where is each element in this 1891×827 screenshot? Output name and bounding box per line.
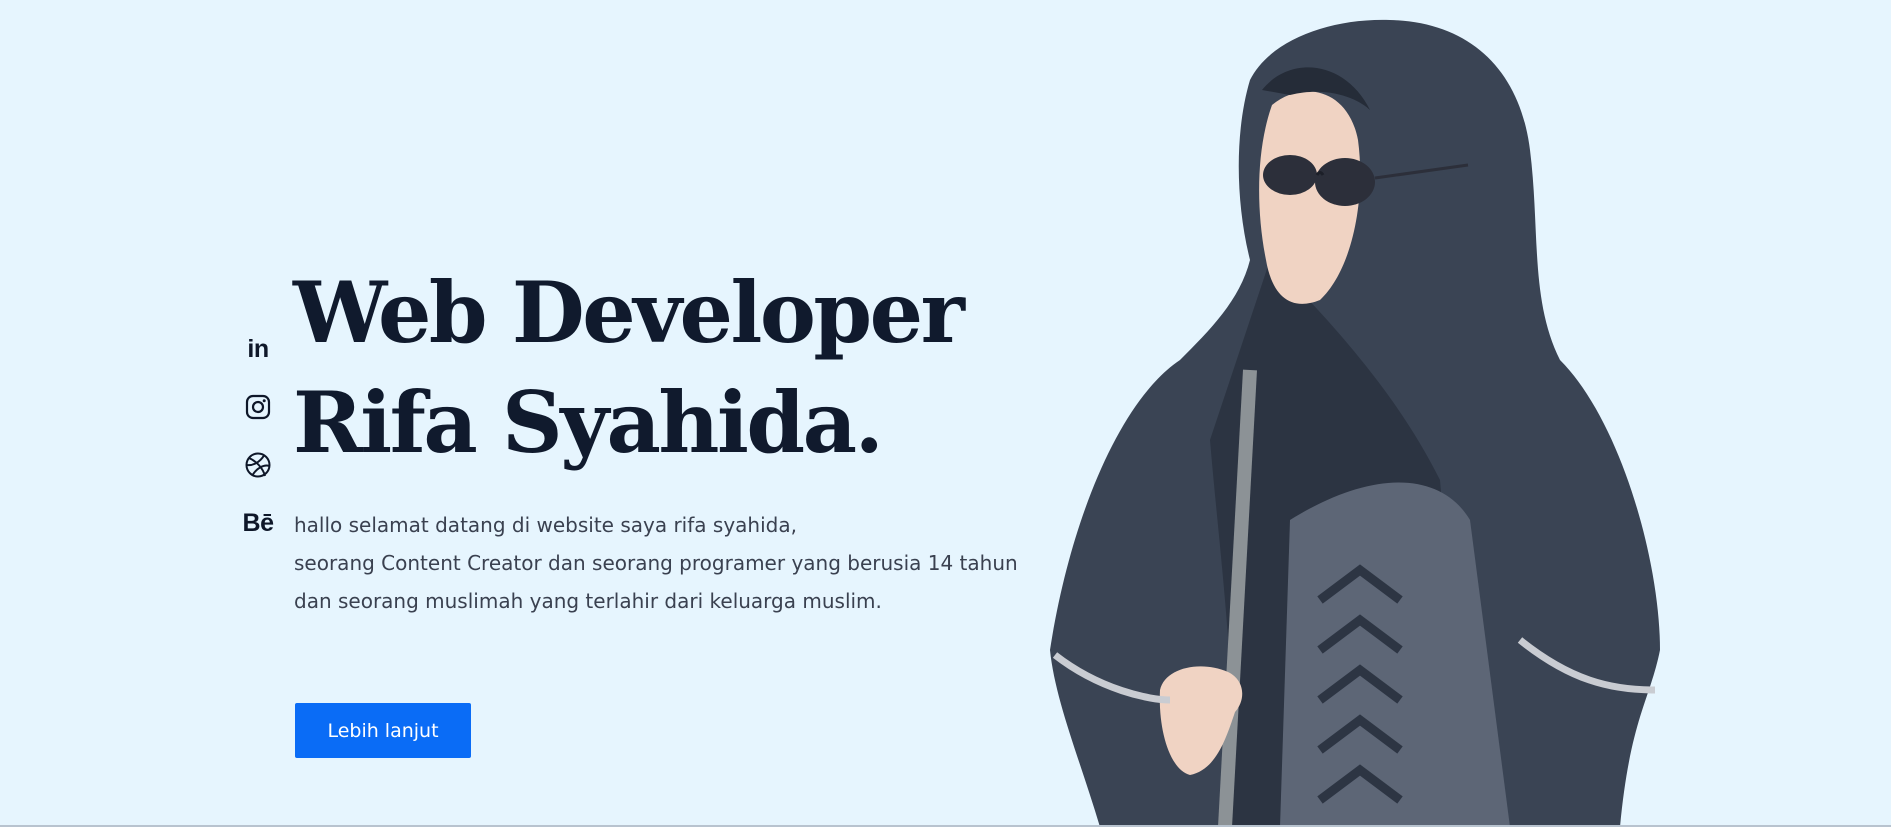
hero-section: in Bē Web Developer Rifa Syahida. hallo … <box>0 0 1891 827</box>
instagram-icon[interactable] <box>243 391 273 423</box>
title-line-name: Rifa Syahida. <box>293 373 884 472</box>
page-title: Web Developer Rifa Syahida. <box>293 258 965 478</box>
title-line-role: Web Developer <box>293 263 965 362</box>
intro-line: dan seorang muslimah yang terlahir dari … <box>294 589 882 613</box>
dribbble-icon[interactable] <box>243 449 273 481</box>
social-links: in Bē <box>243 333 274 539</box>
intro-line: seorang Content Creator dan seorang prog… <box>294 551 1018 575</box>
more-button[interactable]: Lebih lanjut <box>295 703 471 758</box>
intro-text: hallo selamat datang di website saya rif… <box>294 506 1018 620</box>
intro-line: hallo selamat datang di website saya rif… <box>294 513 797 537</box>
portrait-image <box>1050 19 1660 827</box>
behance-icon[interactable]: Bē <box>243 507 274 539</box>
linkedin-icon[interactable]: in <box>243 333 273 365</box>
